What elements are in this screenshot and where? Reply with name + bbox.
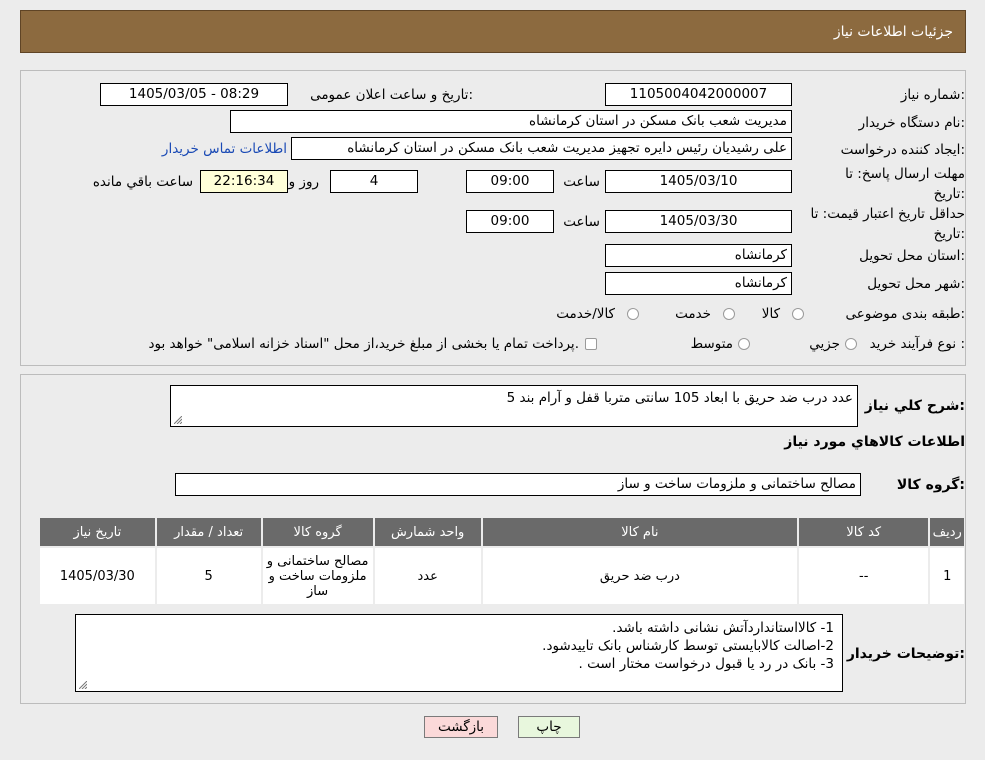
buyer-notes-label: توضیحات خریدار: bbox=[846, 646, 965, 662]
buyer-org-field: مدیریت شعب بانک مسکن در استان کرمانشاه bbox=[230, 110, 792, 133]
price-validity-time: 09:00 bbox=[466, 210, 554, 233]
buyer-notes-textarea[interactable]: 1- کالااستانداردآتش نشانی داشته باشد. 2-… bbox=[75, 614, 843, 692]
table-header-row: ردیف کد کالا نام کالا واحد شمارش گروه کا… bbox=[40, 518, 964, 546]
delivery-city-label: شهر محل تحویل: bbox=[867, 276, 965, 292]
announce-datetime-field: 1405/03/05 - 08:29 bbox=[100, 83, 288, 106]
purchase-partial-radio[interactable] bbox=[845, 338, 857, 350]
delivery-province-label: استان محل تحویل: bbox=[859, 248, 965, 264]
price-validity-label: حداقل تاریخ اعتبار قیمت: تا تاریخ: bbox=[810, 206, 965, 242]
buyer-contact-link[interactable]: اطلاعات تماس خریدار bbox=[162, 141, 287, 157]
cell-need-date: 1405/03/30 bbox=[40, 548, 155, 604]
requester-field: علی رشیدیان رئیس دایره تجهیز مدیریت شعب … bbox=[291, 137, 792, 160]
reply-deadline-time-label: ساعت bbox=[563, 174, 600, 190]
purchase-medium-label: متوسط bbox=[690, 336, 733, 352]
category-goods-service-radio[interactable] bbox=[627, 308, 639, 320]
announce-datetime-label: تاریخ و ساعت اعلان عمومی: bbox=[310, 87, 473, 103]
cell-goods-group: مصالح ساختمانی و ملزومات ساخت و ساز bbox=[262, 548, 373, 604]
cell-goods-code: -- bbox=[799, 548, 929, 604]
cell-goods-name: درب ضد حریق bbox=[482, 548, 798, 604]
category-service-label: خدمت bbox=[675, 306, 711, 322]
category-label: طبقه بندی موضوعی: bbox=[845, 306, 965, 322]
col-goods-code: کد کالا bbox=[799, 518, 929, 546]
need-number-field: 1105004042000007 bbox=[605, 83, 792, 106]
col-quantity: تعداد / مقدار bbox=[156, 518, 261, 546]
category-service-radio[interactable] bbox=[723, 308, 735, 320]
reply-deadline-date: 1405/03/10 bbox=[605, 170, 792, 193]
cell-quantity: 5 bbox=[156, 548, 261, 604]
resize-grip-icon[interactable] bbox=[174, 416, 182, 424]
purchase-type-label: نوع فرآیند خرید : bbox=[869, 336, 965, 352]
goods-info-title: اطلاعات کالاهاي مورد نياز bbox=[784, 434, 965, 450]
buyer-note-line-3: 3- بانک در رد یا قبول درخواست مختار است … bbox=[578, 656, 834, 672]
table-row: 1 -- درب ضد حریق عدد مصالح ساختمانی و مل… bbox=[40, 548, 964, 604]
buyer-note-line-2: 2-اصالت کالابایستی توسط کارشناس بانک تای… bbox=[542, 638, 834, 654]
col-unit: واحد شمارش bbox=[374, 518, 481, 546]
back-button[interactable]: بازگشت bbox=[424, 716, 498, 738]
summary-label: شرح کلي نياز: bbox=[864, 398, 965, 414]
reply-deadline-label: مهلت ارسال پاسخ: تا تاریخ: bbox=[845, 166, 965, 202]
col-row-number: ردیف bbox=[930, 518, 964, 546]
category-goods-service-label: کالا/خدمت bbox=[556, 306, 615, 322]
purchase-medium-radio[interactable] bbox=[738, 338, 750, 350]
need-number-label: شماره نیاز: bbox=[900, 87, 965, 103]
page-title: جزئیات اطلاعات نیاز bbox=[833, 24, 953, 40]
page-header: جزئیات اطلاعات نیاز bbox=[20, 10, 966, 53]
goods-group-label: گروه کالا: bbox=[896, 477, 965, 493]
requester-label: ایجاد کننده درخواست: bbox=[840, 142, 965, 158]
days-label: روز و bbox=[288, 174, 319, 190]
category-goods-radio[interactable] bbox=[792, 308, 804, 320]
remaining-time-field: 22:16:34 bbox=[200, 170, 288, 193]
delivery-city-field: کرمانشاه bbox=[605, 272, 792, 295]
col-goods-name: نام کالا bbox=[482, 518, 798, 546]
remaining-time-label: ساعت باقي مانده bbox=[92, 174, 193, 190]
reply-deadline-time: 09:00 bbox=[466, 170, 554, 193]
treasury-note: پرداخت تمام یا بخشی از مبلغ خرید،از محل … bbox=[148, 336, 579, 352]
price-validity-time-label: ساعت bbox=[563, 214, 600, 230]
goods-group-field: مصالح ساختمانی و ملزومات ساخت و ساز bbox=[175, 473, 861, 496]
buyer-org-label: نام دستگاه خریدار: bbox=[858, 115, 965, 131]
purchase-partial-label: جزیي bbox=[809, 336, 840, 352]
items-table-wrapper: ردیف کد کالا نام کالا واحد شمارش گروه کا… bbox=[38, 516, 966, 606]
buyer-note-line-1: 1- کالااستانداردآتش نشانی داشته باشد. bbox=[612, 620, 834, 636]
price-validity-date: 1405/03/30 bbox=[605, 210, 792, 233]
remaining-days-field: 4 bbox=[330, 170, 418, 193]
summary-text: 5 عدد درب ضد حریق با ابعاد 105 سانتی متر… bbox=[506, 390, 853, 406]
col-need-date: تاریخ نیاز bbox=[40, 518, 155, 546]
resize-grip-icon[interactable] bbox=[79, 681, 87, 689]
delivery-province-field: کرمانشاه bbox=[605, 244, 792, 267]
cell-unit: عدد bbox=[374, 548, 481, 604]
treasury-checkbox[interactable] bbox=[585, 338, 597, 350]
col-goods-group: گروه کالا bbox=[262, 518, 373, 546]
items-table: ردیف کد کالا نام کالا واحد شمارش گروه کا… bbox=[38, 516, 966, 606]
print-button[interactable]: چاپ bbox=[518, 716, 580, 738]
summary-textarea[interactable]: 5 عدد درب ضد حریق با ابعاد 105 سانتی متر… bbox=[170, 385, 858, 427]
cell-row-number: 1 bbox=[930, 548, 964, 604]
category-goods-label: کالا bbox=[761, 306, 780, 322]
